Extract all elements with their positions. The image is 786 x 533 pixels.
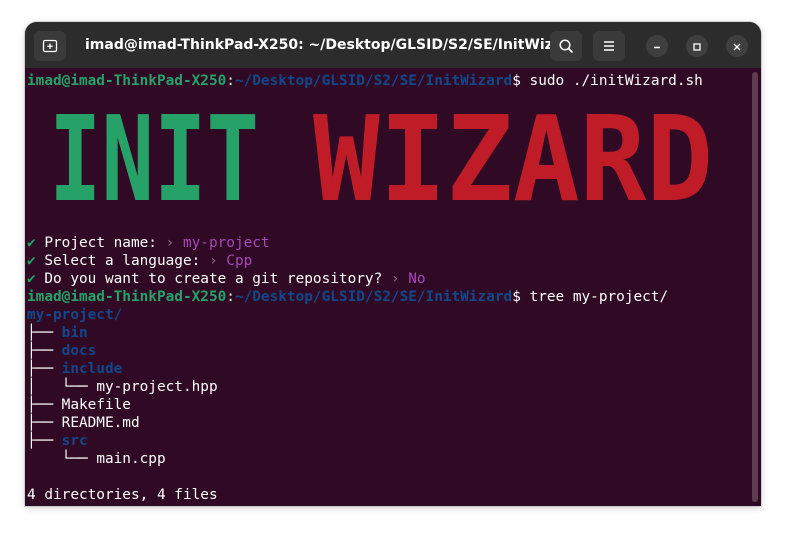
prompt-dollar: $ (512, 73, 521, 89)
check-icon: ✔ (27, 253, 36, 269)
answer-line-2: ✔ Select a language: › Cpp (27, 252, 252, 270)
prompt-dollar: $ (512, 289, 521, 305)
tree-dir-name: include (61, 361, 123, 377)
prompt-path: ~/Desktop/GLSID/S2/SE/InitWizard (234, 289, 513, 305)
answer-text: my-project (174, 235, 270, 251)
question-text: Select a language: (35, 253, 209, 269)
tree-dir-name: src (61, 433, 88, 449)
prompt-path: ~/Desktop/GLSID/S2/SE/InitWizard (234, 73, 513, 89)
search-icon (558, 38, 574, 54)
terminal-body[interactable]: imad@imad-ThinkPad-X250:~/Desktop/GLSID/… (25, 68, 761, 506)
maximize-button[interactable] (686, 35, 708, 57)
tree-branch: ├── (27, 361, 62, 377)
tree-branch: ├── (27, 343, 62, 359)
answer-line-1: ✔ Project name: › my-project (27, 234, 270, 252)
question-text: Do you want to create a git repository? (35, 271, 391, 287)
tree-dir-name: docs (61, 343, 97, 359)
close-icon (732, 37, 742, 56)
check-icon: ✔ (27, 271, 36, 287)
tree-entry: ├── bin (27, 324, 88, 342)
banner-word-init: INIT (49, 104, 259, 228)
tree-file-name: my-project.hpp (96, 379, 218, 395)
tree-branch: └── (27, 451, 97, 467)
prompt-line-2: imad@imad-ThinkPad-X250:~/Desktop/GLSID/… (27, 288, 668, 306)
tree-branch: ├── (27, 397, 62, 413)
arrow-icon: › (390, 271, 400, 287)
arrow-icon: › (208, 253, 218, 269)
title-bar: imad@imad-ThinkPad-X250: ~/Desktop/GLSID… (25, 22, 761, 68)
close-button[interactable] (726, 35, 748, 57)
tree-entry: ├── include (27, 360, 122, 378)
tree-root: my-project/ (27, 307, 123, 323)
tree-branch: ├── (27, 433, 62, 449)
tree-branch: ├── (27, 325, 62, 341)
tree-entry: │ └── my-project.hpp (27, 378, 218, 396)
tree-entry: ├── Makefile (27, 396, 131, 414)
search-button[interactable] (550, 31, 582, 61)
window-title: imad@imad-ThinkPad-X250: ~/Desktop/GLSID… (85, 37, 555, 53)
tree-entry: ├── src (27, 432, 88, 450)
prompt-colon: : (226, 289, 235, 305)
question-text: Project name: (35, 235, 166, 251)
check-icon: ✔ (27, 235, 36, 251)
tree-entry: ├── README.md (27, 414, 140, 432)
answer-text: No (399, 271, 426, 287)
terminal-window: imad@imad-ThinkPad-X250: ~/Desktop/GLSID… (25, 22, 761, 506)
hamburger-menu-icon (601, 38, 617, 54)
tree-entry: ├── docs (27, 342, 96, 360)
tree-file-name: Makefile (61, 397, 131, 413)
new-tab-icon (42, 38, 58, 54)
prompt-line-1: imad@imad-ThinkPad-X250:~/Desktop/GLSID/… (27, 72, 703, 90)
new-tab-button[interactable] (34, 31, 66, 61)
tree-summary: 4 directories, 4 files (27, 487, 218, 503)
prompt-colon: : (226, 73, 235, 89)
scrollbar[interactable] (752, 72, 758, 502)
tree-file-name: README.md (61, 415, 140, 431)
init-wizard-banner: INIT WIZARD (49, 104, 713, 228)
command-text: sudo ./initWizard.sh (520, 73, 703, 89)
arrow-icon: › (165, 235, 175, 251)
maximize-icon (692, 37, 702, 56)
tree-dir-name: bin (61, 325, 88, 341)
minimize-button[interactable] (646, 35, 668, 57)
minimize-icon (652, 37, 662, 56)
command-text: tree my-project/ (520, 289, 669, 305)
tree-file-name: main.cpp (96, 451, 166, 467)
prompt-user: imad@imad-ThinkPad-X250 (27, 73, 227, 89)
prompt-user: imad@imad-ThinkPad-X250 (27, 289, 227, 305)
tree-branch: │ └── (27, 379, 97, 395)
tree-entry: └── main.cpp (27, 450, 166, 468)
answer-line-3: ✔ Do you want to create a git repository… (27, 270, 426, 288)
tree-branch: ├── (27, 415, 62, 431)
menu-button[interactable] (593, 31, 625, 61)
answer-text: Cpp (217, 253, 253, 269)
banner-word-wizard: WIZARD (313, 104, 713, 228)
